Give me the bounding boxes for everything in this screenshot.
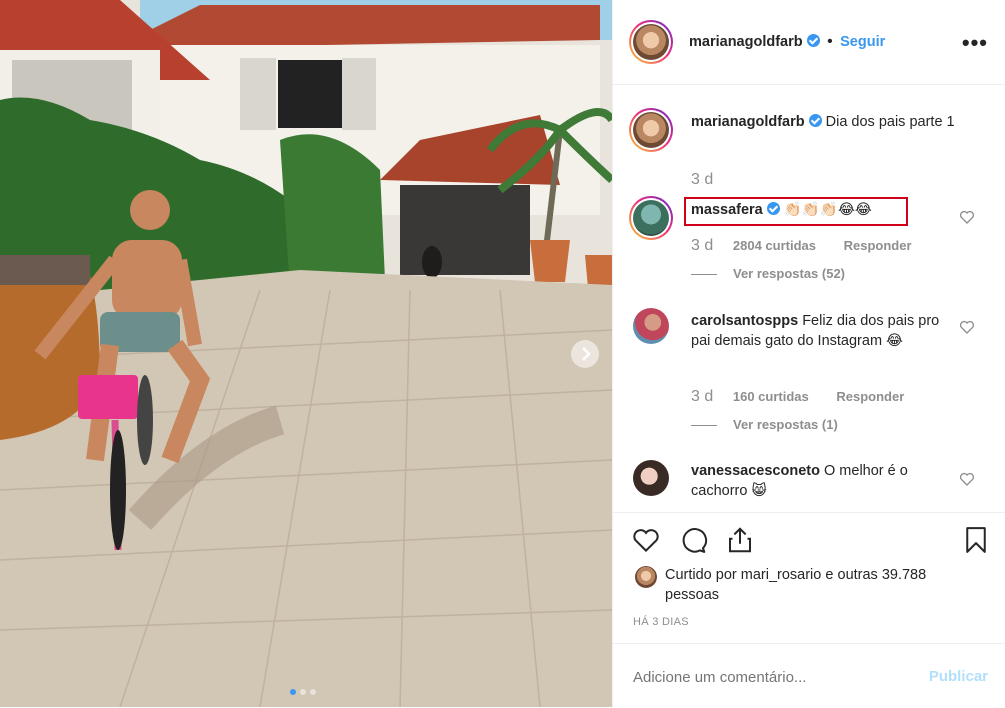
comment-avatar-massafera[interactable] bbox=[629, 196, 673, 240]
comment-carolsantospps: carolsantospps Feliz dia dos pais pro pa… bbox=[691, 311, 961, 351]
comment-text: 👏🏻👏🏻👏🏻😂😂 bbox=[783, 202, 872, 218]
heart-icon[interactable] bbox=[959, 209, 975, 225]
next-photo-button[interactable] bbox=[571, 340, 599, 368]
comment-massafera: massafera 👏🏻👏🏻👏🏻😂😂 bbox=[691, 200, 961, 220]
caption-avatar[interactable] bbox=[629, 108, 673, 152]
comment-avatar-carolsantospps[interactable] bbox=[633, 308, 669, 344]
comment-username[interactable]: massafera bbox=[691, 202, 763, 218]
caption-username[interactable]: marianagoldfarb bbox=[691, 114, 805, 130]
liker-avatar[interactable] bbox=[635, 566, 657, 588]
heart-icon[interactable] bbox=[959, 319, 975, 335]
publish-button[interactable]: Publicar bbox=[929, 668, 988, 685]
comment-time: 3 d bbox=[691, 388, 714, 405]
caption: marianagoldfarb Dia dos pais parte 1 bbox=[691, 112, 981, 132]
verified-icon bbox=[806, 34, 820, 47]
reply-button[interactable]: Responder bbox=[836, 389, 904, 404]
pagination-dot-active bbox=[290, 689, 296, 695]
comment-vanessacesconeto: vanessacesconeto O melhor é o cachorro 😸 bbox=[691, 461, 961, 501]
follow-button[interactable]: Seguir bbox=[840, 34, 885, 50]
replies-line bbox=[691, 425, 717, 427]
author-line: marianagoldfarb • Seguir bbox=[689, 33, 885, 51]
add-comment-bar: Publicar bbox=[613, 643, 1005, 708]
photo-illustration bbox=[0, 0, 612, 707]
likes-joiner: e bbox=[825, 567, 834, 583]
author-avatar[interactable] bbox=[629, 20, 673, 64]
author-username[interactable]: marianagoldfarb bbox=[689, 34, 803, 50]
likes-prefix: Curtido por bbox=[665, 567, 737, 583]
share-icon[interactable] bbox=[725, 525, 755, 555]
heart-icon[interactable] bbox=[631, 525, 661, 555]
post-header: marianagoldfarb • Seguir ••• bbox=[613, 0, 1005, 85]
view-replies-button[interactable]: Ver respostas (52) bbox=[691, 266, 845, 281]
view-replies-label: Ver respostas (1) bbox=[733, 417, 838, 432]
view-replies-label: Ver respostas (52) bbox=[733, 266, 846, 281]
post-panel: marianagoldfarb • Seguir ••• marianagold… bbox=[612, 0, 1005, 707]
comment-likes[interactable]: 160 curtidas bbox=[733, 389, 809, 404]
reply-button[interactable]: Responder bbox=[844, 238, 912, 253]
liker-username[interactable]: mari_rosario bbox=[741, 567, 822, 583]
post-date[interactable]: HÁ 3 DIAS bbox=[633, 616, 689, 628]
chevron-right-icon bbox=[582, 347, 591, 361]
replies-line bbox=[691, 274, 717, 276]
verified-icon bbox=[808, 114, 822, 127]
comment-avatar-vanessacesconeto[interactable] bbox=[633, 460, 669, 496]
comment-username[interactable]: carolsantospps bbox=[691, 313, 798, 329]
separator-dot: • bbox=[827, 33, 833, 50]
comment-likes[interactable]: 2804 curtidas bbox=[733, 238, 816, 253]
likes-summary: Curtido por mari_rosario e outras 39.788… bbox=[665, 565, 965, 605]
post-actions: Curtido por mari_rosario e outras 39.788… bbox=[613, 512, 1005, 643]
comment-time: 3 d bbox=[691, 237, 714, 254]
post-photo[interactable] bbox=[0, 0, 612, 707]
heart-icon[interactable] bbox=[959, 471, 975, 487]
caption-text: Dia dos pais parte 1 bbox=[825, 114, 955, 130]
view-replies-button[interactable]: Ver respostas (1) bbox=[691, 417, 838, 432]
pagination-dot bbox=[300, 689, 306, 695]
photo-pagination bbox=[290, 682, 320, 700]
pagination-dot bbox=[310, 689, 316, 695]
comment-meta: 3 d 160 curtidas Responder bbox=[691, 388, 904, 406]
more-icon[interactable]: ••• bbox=[962, 30, 988, 56]
caption-time: 3 d bbox=[691, 171, 714, 188]
comment-username[interactable]: vanessacesconeto bbox=[691, 463, 820, 479]
bookmark-icon[interactable] bbox=[961, 525, 991, 555]
verified-icon bbox=[766, 202, 780, 215]
comment-icon[interactable] bbox=[678, 525, 708, 555]
comment-meta: 3 d 2804 curtidas Responder bbox=[691, 237, 912, 255]
comment-input[interactable] bbox=[631, 662, 905, 692]
